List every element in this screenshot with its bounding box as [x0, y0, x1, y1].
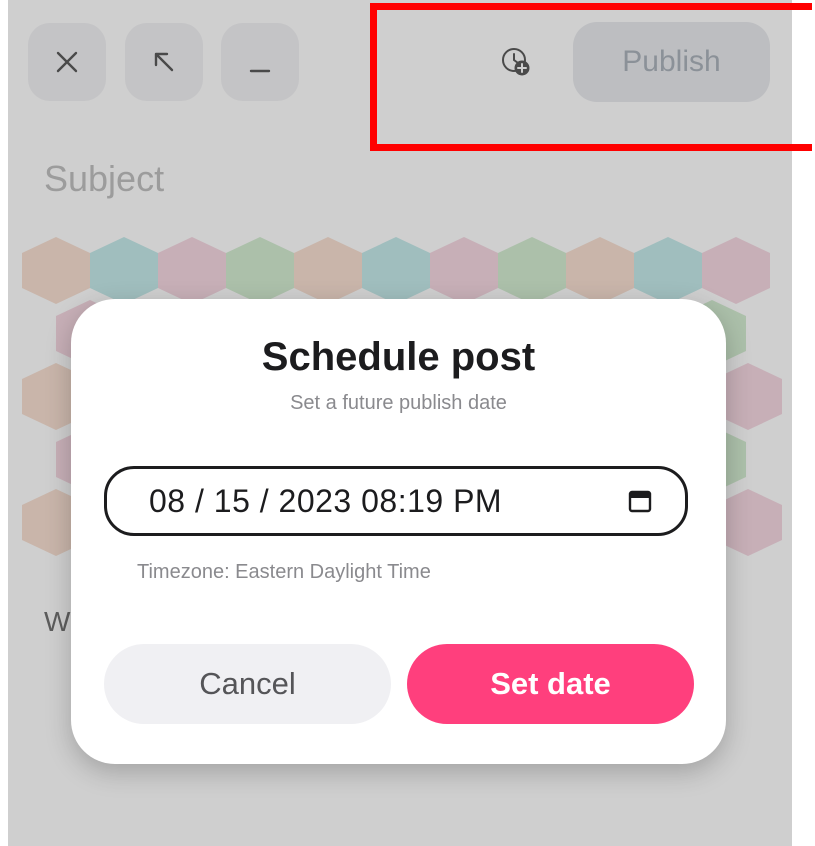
calendar-icon[interactable]: [627, 488, 653, 514]
datetime-input[interactable]: 08 / 15 / 2023 08:19 PM: [104, 466, 688, 536]
set-date-button[interactable]: Set date: [407, 644, 694, 724]
schedule-post-dialog: Schedule post Set a future publish date …: [71, 299, 726, 764]
dialog-title: Schedule post: [261, 335, 536, 379]
cancel-button[interactable]: Cancel: [104, 644, 391, 724]
timezone-label: Timezone: Eastern Daylight Time: [137, 561, 431, 583]
annotation-highlight-box: [370, 3, 812, 151]
dialog-subtitle: Set a future publish date: [290, 392, 507, 414]
datetime-value[interactable]: 08 / 15 / 2023 08:19 PM: [149, 483, 502, 520]
